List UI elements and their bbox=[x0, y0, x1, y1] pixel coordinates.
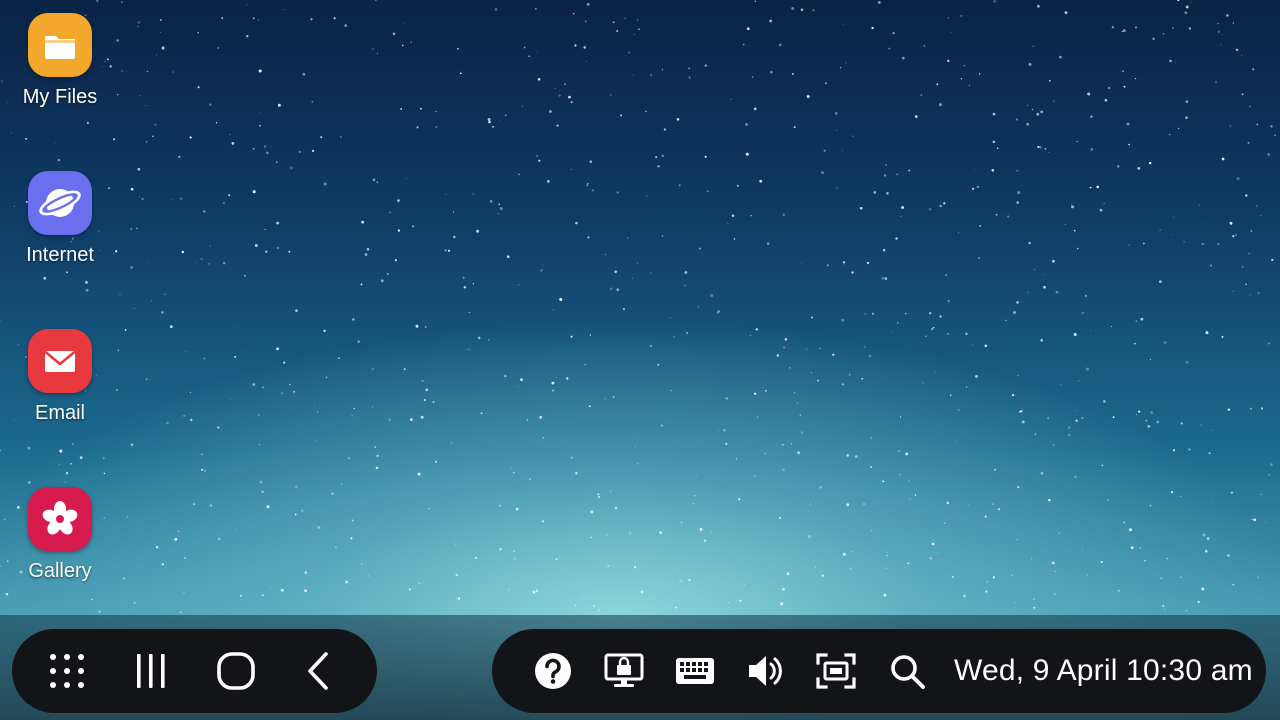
recents-icon bbox=[137, 654, 165, 688]
recents-button[interactable] bbox=[116, 629, 186, 713]
clock[interactable]: Wed, 9 April 10:30 am bbox=[954, 629, 1253, 713]
apps-grid-icon bbox=[50, 654, 84, 688]
back-icon bbox=[308, 652, 328, 690]
flower-icon bbox=[28, 487, 92, 551]
volume-button[interactable] bbox=[738, 629, 794, 713]
globe-icon bbox=[28, 171, 92, 235]
desktop-icon-email[interactable]: Email bbox=[0, 329, 120, 425]
home-button[interactable] bbox=[201, 629, 271, 713]
gallery-label: Gallery bbox=[28, 560, 92, 582]
starfield-wallpaper bbox=[0, 0, 1277, 614]
help-button[interactable] bbox=[525, 629, 581, 713]
screen-lock-button[interactable] bbox=[596, 629, 652, 713]
system-tray: Wed, 9 April 10:30 am bbox=[492, 629, 1266, 713]
apps-button[interactable] bbox=[32, 629, 102, 713]
screen-capture-icon bbox=[816, 653, 856, 689]
desktop-icon-internet[interactable]: Internet bbox=[0, 171, 120, 267]
envelope-icon bbox=[28, 329, 92, 393]
screen-capture-button[interactable] bbox=[808, 629, 864, 713]
help-icon bbox=[535, 653, 571, 689]
screen-lock-icon bbox=[604, 653, 644, 687]
back-button[interactable] bbox=[283, 629, 353, 713]
volume-icon bbox=[749, 656, 782, 686]
internet-label: Internet bbox=[26, 244, 94, 266]
search-button[interactable] bbox=[879, 629, 935, 713]
keyboard-button[interactable] bbox=[667, 629, 723, 713]
folder-icon bbox=[28, 13, 92, 77]
desktop-icon-my-files[interactable]: My Files bbox=[0, 13, 120, 109]
search-icon bbox=[891, 655, 925, 689]
desktop-icon-gallery[interactable]: Gallery bbox=[0, 487, 120, 583]
desktop: My Files Internet Email Gallery Wed, 9 A… bbox=[0, 0, 1280, 720]
keyboard-icon bbox=[676, 658, 714, 684]
email-label: Email bbox=[34, 402, 85, 424]
navigation-bar bbox=[12, 629, 377, 713]
my-files-label: My Files bbox=[22, 86, 98, 108]
home-icon bbox=[217, 652, 255, 690]
taskbar: Wed, 9 April 10:30 am bbox=[0, 615, 1280, 720]
